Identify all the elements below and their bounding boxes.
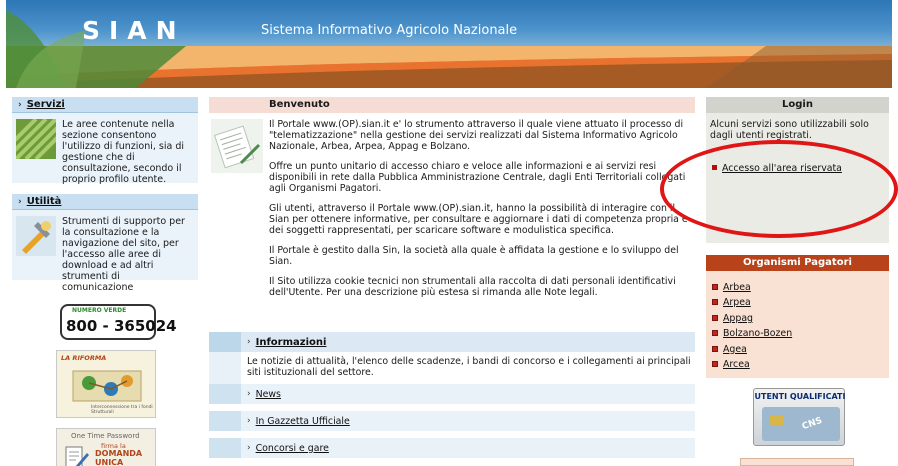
documents-illustration [211,119,263,173]
arbea-link[interactable]: Arbea [723,282,751,293]
site-title: Sistema Informativo Agricolo Nazionale [261,23,518,38]
tools-icon [16,216,56,256]
utenti-qualificati-title: UTENTI QUALIFICATI [754,392,846,401]
appag-link[interactable]: Appag [723,313,753,324]
bolzano-link[interactable]: Bolzano-Bozen [723,328,792,339]
list-item[interactable]: Arbea [712,281,889,296]
organismi-title: Organismi Pagatori [706,255,889,271]
bullet-icon [712,345,718,352]
list-item[interactable]: Arcea [712,358,889,373]
benvenuto-title: Benvenuto [209,97,695,113]
header-field-graphic [6,46,892,88]
arcea-link[interactable]: Arcea [723,359,750,370]
informazioni-link[interactable]: Informazioni [256,337,327,348]
servizi-box: › Servizi Le aree contenute nella sezione… [12,97,198,185]
benvenuto-paragraph-4: Il Portale è gestito dalla Sin, la socie… [269,245,679,267]
informazioni-marker [209,332,241,352]
arpea-link[interactable]: Arpea [723,297,751,308]
riforma-map-icon [72,370,142,402]
concorsi-link[interactable]: Concorsi e gare [256,443,329,454]
bullet-icon [712,360,718,367]
bottom-banner-edge [740,458,854,466]
utilita-header: › Utilità [12,194,198,210]
benvenuto-section: Benvenuto Il Portale www.(OP).sian.it e'… [209,97,695,307]
numero-verde-badge[interactable]: NUMERO VERDE 800 - 365024 [60,304,177,340]
chevron-right-icon: › [18,100,22,110]
field-stripes-icon [16,119,56,159]
list-item[interactable]: Agea [712,343,889,358]
bullet-icon [712,314,718,321]
red-highlight-ellipse [660,140,898,238]
otp-banner[interactable]: One Time Password firma la DOMANDA UNICA [56,428,156,466]
riforma-banner[interactable]: LA RIFORMA Interconnessione tra i fondi … [56,350,156,418]
riforma-caption: Interconnessione tra i fondi Strutturali [91,405,153,415]
info-item-news[interactable]: › News [209,384,695,404]
document-pen-icon [65,446,89,466]
gazzetta-link[interactable]: In Gazzetta Ufficiale [256,416,350,427]
informazioni-description: Le notizie di attualità, l'elenco delle … [209,352,695,384]
site-header: SIAN Sistema Informativo Agricolo Nazion… [6,0,892,88]
otp-line2: DOMANDA [95,449,143,458]
info-item-gazzetta[interactable]: › In Gazzetta Ufficiale [209,411,695,431]
chevron-right-icon: › [247,337,251,347]
otp-line3: UNICA [95,458,124,466]
chevron-right-icon: › [247,443,251,453]
riforma-title: LA RIFORMA [61,354,107,362]
organismi-list: Arbea Arpea Appag Bolzano-Bozen Agea Arc… [706,271,889,373]
site-logo[interactable]: SIAN [82,16,186,45]
chevron-right-icon: › [247,416,251,426]
benvenuto-paragraph-2: Offre un punto unitario di accesso chiar… [269,161,686,194]
benvenuto-paragraph-5: Il Sito utilizza cookie tecnici non stru… [269,276,676,298]
benvenuto-paragraph-1: Il Portale www.(OP).sian.it e' lo strume… [269,119,684,152]
utilita-link[interactable]: Utilità [27,196,62,207]
bullet-icon [712,284,718,290]
utilita-description: Strumenti di supporto per la consultazio… [62,216,185,293]
benvenuto-paragraph-3: Gli utenti, attraverso il Portale www.(O… [269,203,688,236]
list-item[interactable]: Bolzano-Bozen [712,327,889,342]
informazioni-section: › Informazioni Le notizie di attualità, … [209,332,695,465]
list-item[interactable]: Appag [712,312,889,327]
info-item-concorsi[interactable]: › Concorsi e gare [209,438,695,458]
numero-verde-number: 800 - 365024 [66,317,177,335]
agea-link[interactable]: Agea [723,344,747,355]
chevron-right-icon: › [18,197,22,207]
smart-card-icon: UTENTI QUALIFICATI CNS [753,388,845,446]
utenti-qualificati-banner[interactable]: UTENTI QUALIFICATI CNS [753,388,845,446]
servizi-link[interactable]: Servizi [27,99,65,110]
otp-title: One Time Password [71,432,140,440]
informazioni-header: › Informazioni [209,332,695,352]
login-description: Alcuni servizi sono utilizzabili solo da… [710,119,869,141]
servizi-description: Le aree contenute nella sezione consento… [62,119,185,185]
organismi-box: Organismi Pagatori Arbea Arpea Appag Bol… [706,255,889,378]
news-link[interactable]: News [256,389,281,400]
utilita-box: › Utilità Strumenti di supporto per la co… [12,194,198,293]
servizi-header: › Servizi [12,97,198,113]
bullet-icon [712,299,718,306]
bullet-icon [712,330,718,337]
list-item[interactable]: Arpea [712,296,889,311]
login-title: Login [706,97,889,113]
numero-verde-label: NUMERO VERDE [72,307,127,314]
chevron-right-icon: › [247,389,251,399]
